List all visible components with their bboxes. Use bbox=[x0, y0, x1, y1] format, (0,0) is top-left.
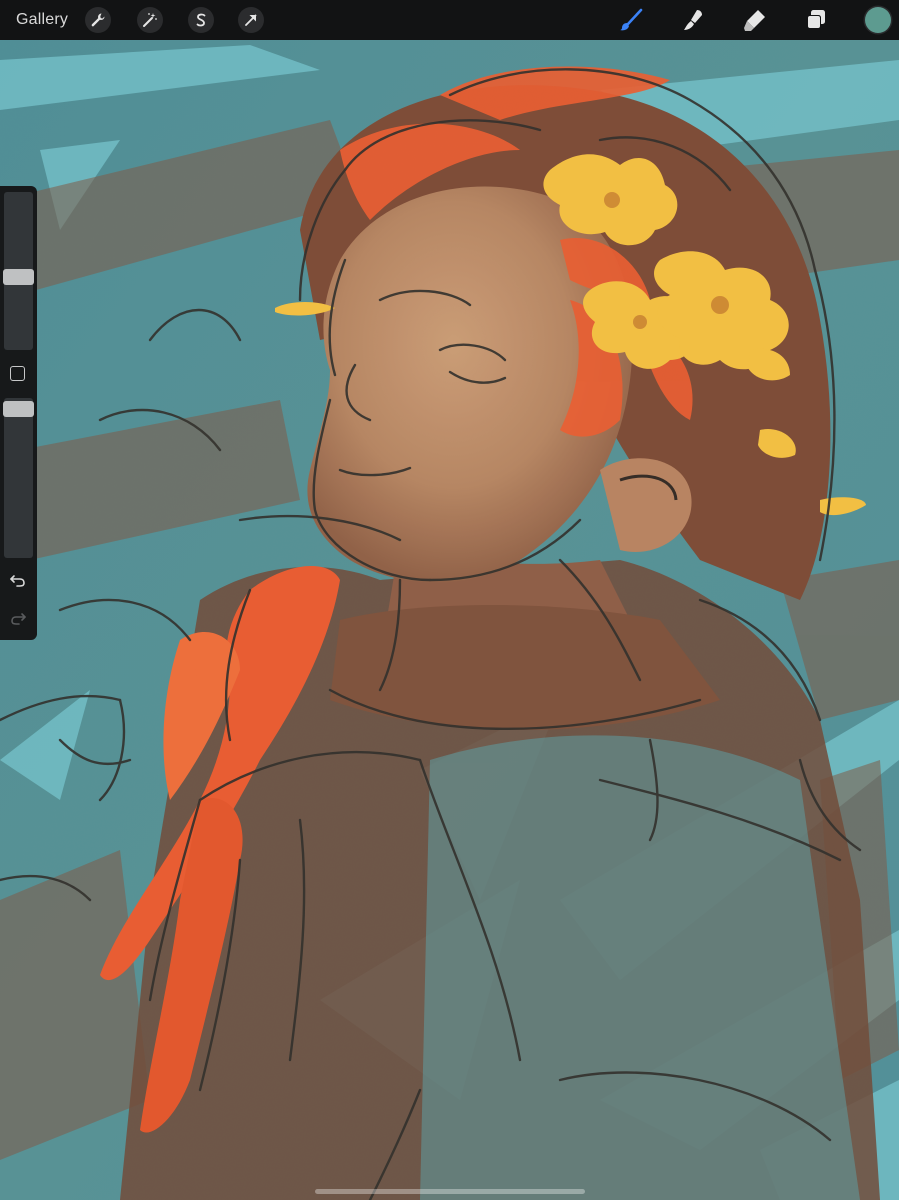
brush-opacity-slider[interactable] bbox=[3, 398, 34, 558]
smudge-button[interactable] bbox=[678, 5, 708, 35]
redo-button[interactable] bbox=[8, 610, 28, 628]
brush-size-slider[interactable] bbox=[3, 192, 34, 350]
redo-icon bbox=[11, 613, 26, 625]
arrow-cursor-icon bbox=[245, 14, 257, 26]
transform-button[interactable] bbox=[238, 7, 264, 33]
brush-button[interactable] bbox=[616, 5, 646, 35]
procreate-app: Gallery bbox=[0, 0, 899, 1200]
selection-button[interactable] bbox=[188, 7, 214, 33]
brush-icon bbox=[620, 8, 643, 31]
artwork bbox=[0, 0, 899, 1200]
smudge-finger-icon bbox=[684, 10, 702, 30]
eraser-button[interactable] bbox=[740, 5, 770, 35]
square-modify-icon[interactable] bbox=[10, 366, 25, 381]
eraser-icon bbox=[744, 10, 765, 31]
home-indicator[interactable] bbox=[315, 1189, 585, 1194]
top-toolbar: Gallery bbox=[0, 0, 899, 40]
drawing-canvas[interactable] bbox=[0, 0, 899, 1200]
brush-size-thumb[interactable] bbox=[3, 268, 34, 285]
actions-button[interactable] bbox=[85, 7, 111, 33]
undo-icon bbox=[10, 575, 25, 587]
layers-button[interactable] bbox=[801, 5, 831, 35]
adjustments-button[interactable] bbox=[137, 7, 163, 33]
wrench-icon bbox=[91, 13, 105, 27]
left-sidebar bbox=[0, 186, 37, 640]
magic-wand-icon bbox=[143, 13, 157, 27]
gallery-button[interactable]: Gallery bbox=[16, 0, 68, 40]
selection-s-icon bbox=[196, 13, 206, 27]
layers-icon bbox=[807, 10, 825, 29]
color-swatch[interactable] bbox=[865, 7, 891, 33]
undo-button[interactable] bbox=[8, 572, 28, 590]
brush-opacity-thumb[interactable] bbox=[3, 400, 34, 417]
